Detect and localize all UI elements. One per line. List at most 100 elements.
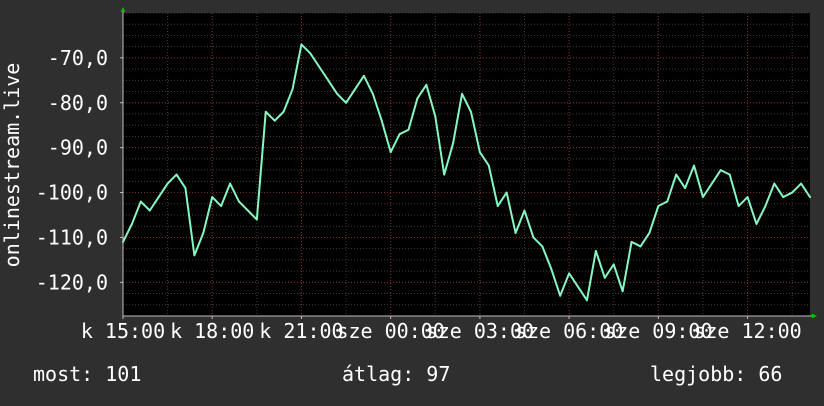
y-tick-label: -80,0	[48, 91, 108, 115]
data-point	[166, 182, 169, 185]
data-point	[461, 92, 463, 95]
data-point	[577, 285, 579, 288]
data-point	[719, 169, 722, 172]
data-point	[434, 115, 437, 118]
data-point	[148, 209, 151, 212]
data-point	[496, 205, 499, 207]
data-point	[264, 110, 267, 113]
y-tick-label: -100,0	[36, 181, 108, 205]
data-point	[586, 299, 588, 302]
legend-average: átlag: 97	[342, 362, 450, 386]
chart-svg: -70,0 -80,0 -90,0 -100,0 -110,0 -120,0 k 15:00…	[0, 0, 824, 402]
data-point	[362, 74, 365, 77]
data-point	[728, 173, 731, 176]
x-tick-label: k 18:00	[170, 319, 254, 343]
data-point	[131, 223, 133, 225]
data-point	[612, 263, 615, 266]
data-point	[452, 142, 455, 145]
data-point	[702, 196, 704, 198]
data-point	[505, 191, 508, 194]
data-point	[764, 205, 767, 207]
data-point	[416, 97, 419, 100]
data-point	[336, 92, 339, 95]
y-tick-label: -90,0	[48, 136, 108, 160]
data-point	[594, 250, 597, 252]
data-point	[559, 294, 562, 297]
data-point	[255, 218, 258, 221]
data-point	[541, 245, 544, 248]
data-point	[791, 191, 794, 194]
data-point	[318, 65, 321, 68]
data-point	[639, 245, 642, 248]
data-point	[532, 236, 535, 239]
data-point	[693, 164, 695, 167]
plot-area	[123, 13, 810, 316]
data-point	[157, 196, 160, 198]
data-point	[122, 241, 124, 243]
data-point	[238, 200, 240, 203]
x-tick-label: k 15:00	[81, 319, 165, 343]
data-point	[523, 209, 526, 212]
legend-current-value: 101	[105, 362, 142, 386]
data-point	[443, 173, 446, 176]
legend-max-value: 66	[758, 362, 783, 386]
data-point	[407, 128, 410, 131]
data-point	[746, 196, 749, 198]
data-point	[229, 182, 231, 185]
data-point	[371, 92, 374, 95]
data-point	[684, 187, 686, 189]
data-point	[380, 119, 383, 122]
data-point	[300, 43, 303, 46]
data-point	[514, 232, 517, 234]
legend-current: most: 101	[33, 362, 141, 386]
data-point	[309, 52, 312, 55]
legend-average-label: átlag:	[342, 362, 415, 386]
data-point	[568, 272, 571, 275]
data-point	[621, 290, 624, 293]
data-point	[220, 205, 223, 207]
data-point	[345, 101, 347, 104]
x-tick-label: k 21:00	[259, 319, 343, 343]
legend-average-value: 97	[426, 362, 451, 386]
data-point	[202, 232, 205, 234]
y-tick-label: -110,0	[36, 225, 108, 249]
data-point	[389, 151, 392, 154]
data-point	[139, 200, 142, 203]
data-point	[478, 151, 481, 154]
data-point	[247, 209, 249, 212]
data-point	[737, 205, 740, 207]
data-point	[657, 205, 660, 207]
data-point	[773, 182, 776, 185]
legend-max-label: legjobb:	[650, 362, 747, 386]
y-tick-label: -120,0	[36, 270, 108, 294]
data-point	[291, 88, 294, 91]
data-point	[470, 110, 472, 113]
data-point	[710, 182, 713, 185]
data-point	[675, 173, 678, 176]
data-point	[666, 200, 669, 203]
data-point	[487, 164, 490, 167]
data-point	[354, 88, 356, 91]
data-point	[550, 267, 553, 270]
data-point	[273, 119, 276, 122]
data-point	[809, 196, 811, 198]
y-tick-label: -70,0	[48, 46, 108, 70]
data-point	[193, 254, 196, 257]
data-point	[211, 196, 214, 198]
data-point	[398, 133, 401, 136]
data-point	[184, 187, 187, 189]
data-point	[630, 241, 633, 243]
data-point	[425, 83, 428, 86]
data-point	[282, 110, 285, 113]
legend-current-label: most:	[33, 362, 94, 386]
data-point	[800, 182, 802, 185]
data-point	[175, 173, 178, 176]
data-point	[648, 232, 651, 234]
data-point	[782, 196, 785, 198]
x-tick-label: sze 12:00	[693, 319, 801, 343]
chart-container: -70,0 -80,0 -90,0 -100,0 -110,0 -120,0 k 15:00…	[0, 0, 824, 402]
y-axis-title: onlinestream.live	[0, 63, 24, 268]
data-point	[603, 276, 606, 279]
legend-max: legjobb: 66	[650, 362, 782, 386]
data-point	[327, 79, 330, 82]
